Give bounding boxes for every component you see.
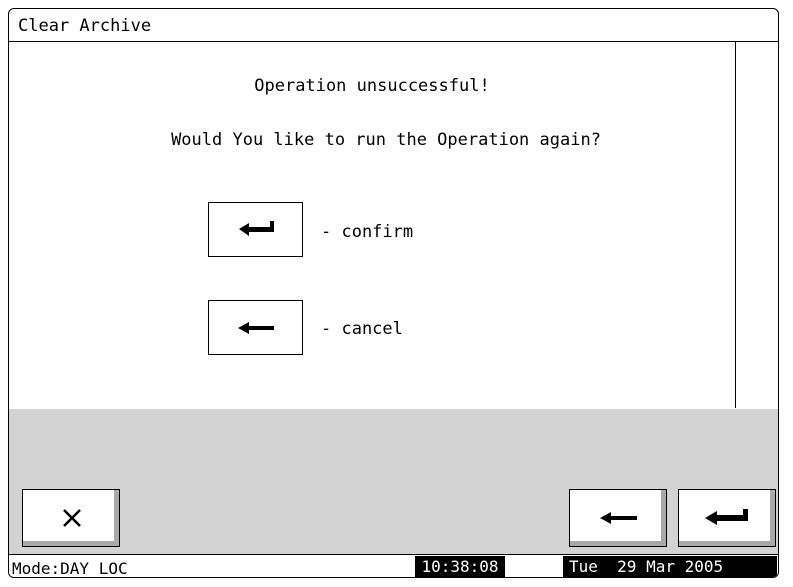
title-bar: Clear Archive bbox=[9, 9, 778, 42]
enter-arrow-icon bbox=[239, 221, 274, 236]
cancel-hint-label: - cancel bbox=[321, 319, 403, 339]
clock-date: Tue 29 Mar 2005 bbox=[563, 556, 777, 577]
confirm-hint-label: - confirm bbox=[321, 222, 414, 242]
back-arrow-icon bbox=[600, 512, 637, 524]
main-window: Clear Archive Operation unsuccessful! Wo… bbox=[8, 8, 779, 578]
confirm-key-hint bbox=[208, 202, 303, 257]
scroll-rail bbox=[735, 42, 736, 408]
enter-arrow-icon bbox=[705, 509, 748, 525]
window-title: Clear Archive bbox=[18, 16, 152, 36]
back-button[interactable] bbox=[569, 489, 667, 547]
enter-button[interactable] bbox=[678, 489, 776, 547]
clock-time: 10:38:08 bbox=[415, 556, 505, 577]
close-button[interactable] bbox=[22, 489, 120, 547]
back-arrow-icon bbox=[238, 322, 274, 334]
mode-indicator: Mode:DAY LOC bbox=[12, 559, 128, 578]
cancel-key-hint bbox=[208, 300, 303, 355]
retry-question: Would You like to run the Operation agai… bbox=[171, 130, 601, 150]
operation-result-message: Operation unsuccessful! bbox=[254, 76, 490, 96]
status-bar: Mode:DAY LOC 10:38:08 Tue 29 Mar 2005 bbox=[9, 554, 778, 578]
close-x-icon bbox=[63, 509, 81, 527]
